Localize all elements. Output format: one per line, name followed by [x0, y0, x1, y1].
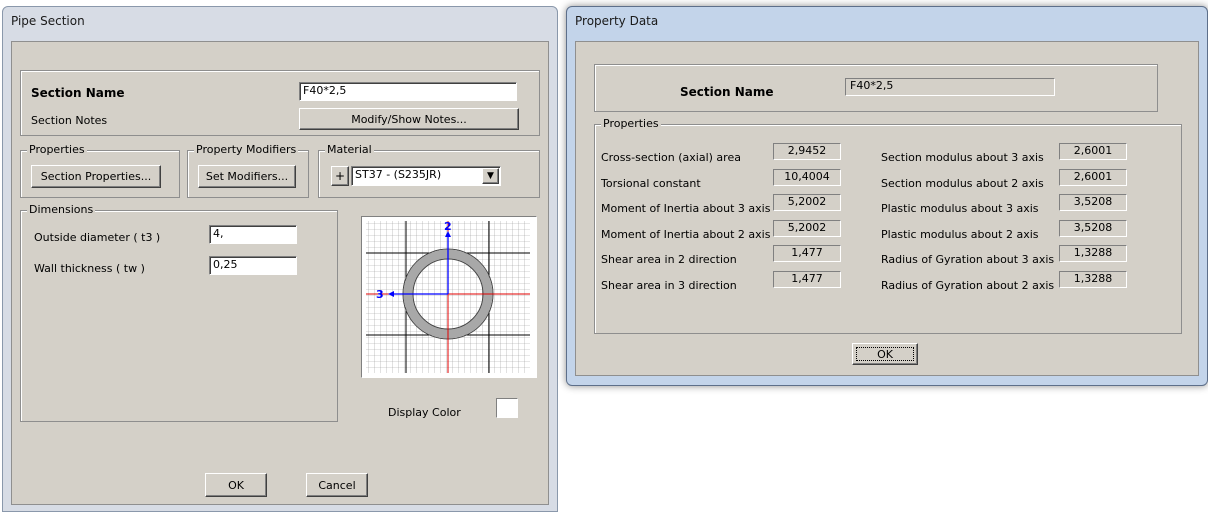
window-title: Pipe Section	[11, 14, 85, 28]
section-name-group: Section Name F40*2,5 Section Notes Modif…	[20, 70, 540, 136]
property-label: Shear area in 2 direction	[601, 253, 737, 266]
add-material-button[interactable]: +	[331, 166, 349, 186]
section-preview-canvas: 2 3	[366, 220, 530, 373]
properties-group-label: Properties	[27, 143, 87, 156]
property-label: Section modulus about 3 axis	[881, 151, 1044, 164]
property-value: 2,6001	[1059, 143, 1127, 160]
property-value: 2,6001	[1059, 168, 1127, 186]
pipe-section-client: Section Name F40*2,5 Section Notes Modif…	[11, 41, 549, 505]
properties-group-label: Properties	[601, 117, 661, 130]
section-name-input[interactable]: F40*2,5	[299, 82, 517, 101]
property-label: Shear area in 3 direction	[601, 278, 737, 292]
property-value: 2,9452	[773, 143, 841, 160]
material-group: Material + ST37 - (S235JR) ▼	[318, 143, 540, 198]
dimensions-group: Dimensions Outside diameter ( t3 ) 4, Wa…	[20, 203, 338, 422]
material-value: ST37 - (S235JR)	[355, 168, 442, 181]
property-label: Cross-section (axial) area	[601, 151, 741, 164]
property-modifiers-group: Property Modifiers Set Modifiers...	[187, 143, 309, 198]
wall-thickness-input[interactable]: 0,25	[209, 256, 297, 275]
property-data-window: Property Data Section Name F40*2,5 Prope…	[566, 6, 1208, 386]
property-value: 3,5208	[1059, 194, 1127, 211]
property-value: 5,2002	[773, 194, 841, 211]
property-label: Plastic modulus about 2 axis	[881, 227, 1039, 241]
property-label: Moment of Inertia about 2 axis	[601, 227, 771, 241]
section-name-value: F40*2,5	[845, 78, 1055, 96]
modify-show-notes-button[interactable]: Modify/Show Notes...	[299, 108, 519, 130]
section-name-group: Section Name F40*2,5	[594, 64, 1158, 112]
section-preview: 2 3	[361, 216, 537, 378]
dimensions-group-label: Dimensions	[27, 203, 96, 216]
property-value: 3,5208	[1059, 219, 1127, 237]
chevron-down-icon[interactable]: ▼	[482, 168, 499, 184]
wall-thickness-label: Wall thickness ( tw )	[34, 262, 145, 275]
property-value: 10,4004	[773, 168, 841, 186]
property-label: Plastic modulus about 3 axis	[881, 202, 1039, 215]
properties-group: Properties Section Properties...	[20, 143, 180, 198]
display-color-label: Display Color	[388, 406, 461, 419]
property-label: Radius of Gyration about 2 axis	[881, 278, 1055, 292]
section-name-label: Section Name	[680, 85, 774, 99]
material-group-label: Material	[325, 143, 374, 156]
cancel-button[interactable]: Cancel	[306, 473, 368, 497]
property-value: 5,2002	[773, 219, 841, 237]
property-value: 1,477	[773, 270, 841, 288]
outside-diameter-label: Outside diameter ( t3 )	[34, 231, 161, 244]
pipe-section-window: Pipe Section Section Name F40*2,5 Sectio…	[2, 6, 558, 512]
section-notes-label: Section Notes	[31, 114, 108, 127]
set-modifiers-button[interactable]: Set Modifiers...	[198, 165, 296, 188]
properties-group: Properties Cross-section (axial) area 2,9…	[594, 117, 1182, 334]
axis-2-label: 2	[444, 220, 452, 233]
section-name-label: Section Name	[31, 86, 125, 100]
property-label: Section modulus about 2 axis	[881, 176, 1044, 190]
property-label: Torsional constant	[601, 176, 701, 190]
section-properties-button[interactable]: Section Properties...	[31, 165, 161, 188]
property-modifiers-group-label: Property Modifiers	[194, 143, 299, 156]
window-title: Property Data	[575, 14, 659, 28]
display-color-swatch[interactable]	[496, 398, 518, 418]
ok-button[interactable]: OK	[205, 473, 267, 497]
property-label: Moment of Inertia about 3 axis	[601, 202, 771, 215]
property-label: Radius of Gyration about 3 axis	[881, 253, 1055, 266]
property-value: 1,3288	[1059, 270, 1127, 288]
property-data-client: Section Name F40*2,5 Properties Cross-se…	[575, 41, 1199, 376]
outside-diameter-input[interactable]: 4,	[209, 225, 297, 244]
property-value: 1,3288	[1059, 245, 1127, 262]
property-value: 1,477	[773, 245, 841, 262]
material-select[interactable]: ST37 - (S235JR) ▼	[351, 166, 501, 186]
axis-3-label: 3	[376, 288, 384, 301]
ok-button[interactable]: OK	[852, 343, 918, 365]
